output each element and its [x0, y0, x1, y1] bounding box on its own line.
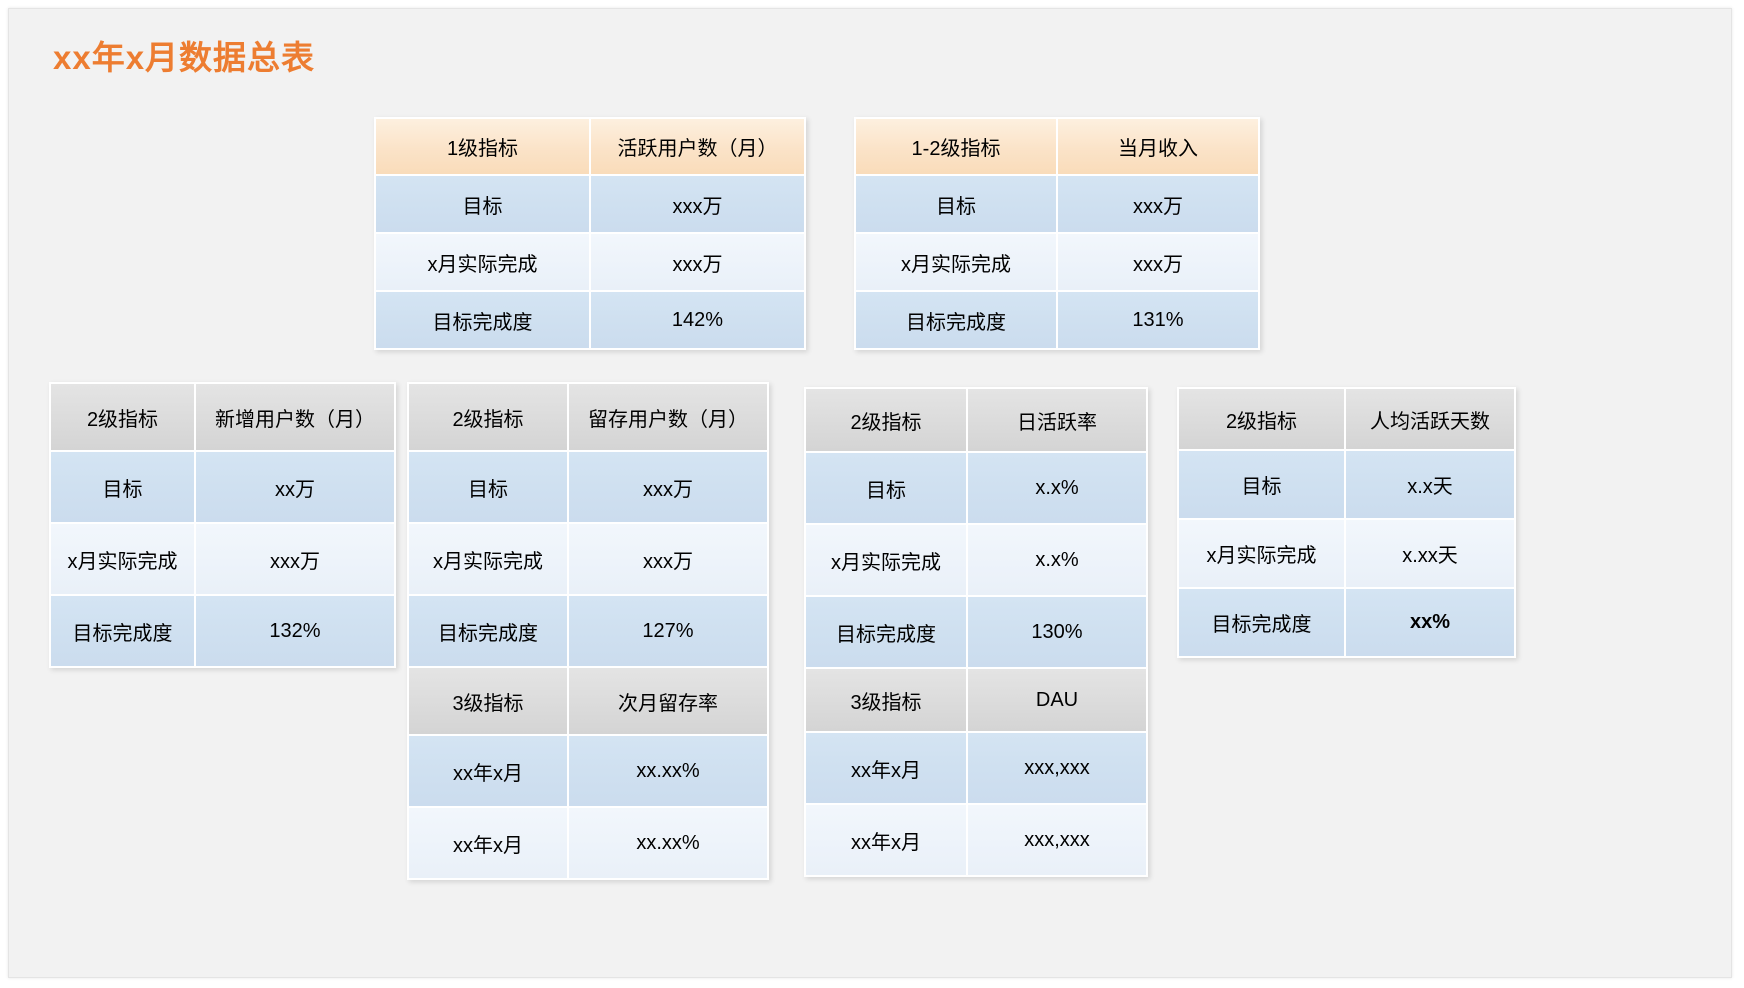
- metric-table-retained-users: 2级指标 留存用户数（月） 目标 xxx万 x月实际完成 xxx万 目标完成度 127% 3级指…: [407, 382, 769, 880]
- row-value: xxx万: [196, 524, 394, 594]
- table-row: x月实际完成 xxx万: [409, 524, 767, 594]
- row-value: x.xx天: [1346, 520, 1514, 587]
- row-label: 目标: [856, 176, 1056, 232]
- table-row: 目标 xx万: [51, 452, 394, 522]
- table-row: xx年x月 xxx,xxx: [806, 805, 1146, 875]
- sub-row-value: xx.xx%: [569, 808, 767, 878]
- table-row: 1-2级指标 当月收入: [856, 119, 1258, 174]
- table-row: 2级指标 新增用户数（月）: [51, 384, 394, 450]
- table-row: 2级指标 人均活跃天数: [1179, 389, 1514, 449]
- sub-row-label: xx年x月: [409, 808, 567, 878]
- row-label: 目标: [376, 176, 589, 232]
- table-row: x月实际完成 x.x%: [806, 525, 1146, 595]
- row-label: x月实际完成: [409, 524, 567, 594]
- row-value: 127%: [569, 596, 767, 666]
- row-value: 130%: [968, 597, 1146, 667]
- table-header-level: 2级指标: [806, 389, 966, 451]
- sub-row-value: xx.xx%: [569, 736, 767, 806]
- table-header-metric: 留存用户数（月）: [569, 384, 767, 450]
- table-row: 目标完成度 127%: [409, 596, 767, 666]
- row-label: 目标: [409, 452, 567, 522]
- row-label: 目标: [1179, 451, 1344, 518]
- metric-table-new-users: 2级指标 新增用户数（月） 目标 xx万 x月实际完成 xxx万 目标完成度 132%: [49, 382, 396, 668]
- row-label: x月实际完成: [806, 525, 966, 595]
- table-header-level: 1-2级指标: [856, 119, 1056, 174]
- sub-row-label: xx年x月: [806, 733, 966, 803]
- table-row: 目标完成度 130%: [806, 597, 1146, 667]
- row-label: 目标完成度: [856, 292, 1056, 348]
- row-value: xxx万: [591, 176, 804, 232]
- metric-table-active-users: 1级指标 活跃用户数（月） 目标 xxx万 x月实际完成 xxx万 目标完成度 142%: [374, 117, 806, 350]
- row-label: 目标完成度: [376, 292, 589, 348]
- metric-table-daily-active-rate: 2级指标 日活跃率 目标 x.x% x月实际完成 x.x% 目标完成度 130% 3级指标 DAU…: [804, 387, 1148, 877]
- table-row: x月实际完成 xxx万: [856, 234, 1258, 290]
- row-value: 132%: [196, 596, 394, 666]
- row-value: 142%: [591, 292, 804, 348]
- row-value: xxx万: [1058, 234, 1258, 290]
- table-header-level: 2级指标: [1179, 389, 1344, 449]
- table-row: 目标 x.x%: [806, 453, 1146, 523]
- sub-row-label: xx年x月: [806, 805, 966, 875]
- row-value: xxx万: [591, 234, 804, 290]
- row-label: x月实际完成: [51, 524, 194, 594]
- row-value: xxx万: [569, 524, 767, 594]
- metric-table-monthly-revenue: 1-2级指标 当月收入 目标 xxx万 x月实际完成 xxx万 目标完成度 131%: [854, 117, 1260, 350]
- table-row: x月实际完成 xxx万: [51, 524, 394, 594]
- row-value: 131%: [1058, 292, 1258, 348]
- row-value: xxx万: [569, 452, 767, 522]
- row-value: x.x天: [1346, 451, 1514, 518]
- table-row: 目标 xxx万: [376, 176, 804, 232]
- table-header-level: 1级指标: [376, 119, 589, 174]
- table-row: 目标完成度 131%: [856, 292, 1258, 348]
- table-header-metric: 活跃用户数（月）: [591, 119, 804, 174]
- row-label: 目标完成度: [806, 597, 966, 667]
- table-row: 目标完成度 132%: [51, 596, 394, 666]
- row-label: 目标完成度: [409, 596, 567, 666]
- table-header-level: 2级指标: [409, 384, 567, 450]
- row-label: x月实际完成: [376, 234, 589, 290]
- row-value: x.x%: [968, 453, 1146, 523]
- table-header-metric: 日活跃率: [968, 389, 1146, 451]
- table-row: x月实际完成 x.xx天: [1179, 520, 1514, 587]
- table-header-metric: 当月收入: [1058, 119, 1258, 174]
- table-row: 2级指标 日活跃率: [806, 389, 1146, 451]
- table-row: xx年x月 xxx,xxx: [806, 733, 1146, 803]
- table-row: 目标完成度 142%: [376, 292, 804, 348]
- table-row: 目标 xxx万: [409, 452, 767, 522]
- table-header-metric: 新增用户数（月）: [196, 384, 394, 450]
- row-value: xx%: [1346, 589, 1514, 656]
- row-label: 目标: [806, 453, 966, 523]
- table-row: 目标完成度 xx%: [1179, 589, 1514, 656]
- table-header-metric: 人均活跃天数: [1346, 389, 1514, 449]
- table-row: 目标 xxx万: [856, 176, 1258, 232]
- row-value: xxx万: [1058, 176, 1258, 232]
- table-row: xx年x月 xx.xx%: [409, 736, 767, 806]
- table-row: 3级指标 次月留存率: [409, 668, 767, 734]
- sub-header-metric: 次月留存率: [569, 668, 767, 734]
- report-canvas: xx年x月数据总表 1级指标 活跃用户数（月） 目标 xxx万 x月实际完成 xxx万 目标…: [8, 8, 1732, 978]
- table-row: x月实际完成 xxx万: [376, 234, 804, 290]
- sub-header-metric: DAU: [968, 669, 1146, 731]
- row-value: x.x%: [968, 525, 1146, 595]
- page-title: xx年x月数据总表: [53, 39, 316, 76]
- sub-row-value: xxx,xxx: [968, 733, 1146, 803]
- row-value: xx万: [196, 452, 394, 522]
- row-label: x月实际完成: [1179, 520, 1344, 587]
- table-row: xx年x月 xx.xx%: [409, 808, 767, 878]
- sub-header-level: 3级指标: [806, 669, 966, 731]
- table-row: 1级指标 活跃用户数（月）: [376, 119, 804, 174]
- metric-table-avg-active-days: 2级指标 人均活跃天数 目标 x.x天 x月实际完成 x.xx天 目标完成度 xx%: [1177, 387, 1516, 658]
- sub-row-label: xx年x月: [409, 736, 567, 806]
- table-row: 2级指标 留存用户数（月）: [409, 384, 767, 450]
- row-label: 目标完成度: [51, 596, 194, 666]
- table-row: 3级指标 DAU: [806, 669, 1146, 731]
- row-label: 目标: [51, 452, 194, 522]
- sub-row-value: xxx,xxx: [968, 805, 1146, 875]
- row-label: 目标完成度: [1179, 589, 1344, 656]
- table-header-level: 2级指标: [51, 384, 194, 450]
- table-row: 目标 x.x天: [1179, 451, 1514, 518]
- row-label: x月实际完成: [856, 234, 1056, 290]
- sub-header-level: 3级指标: [409, 668, 567, 734]
